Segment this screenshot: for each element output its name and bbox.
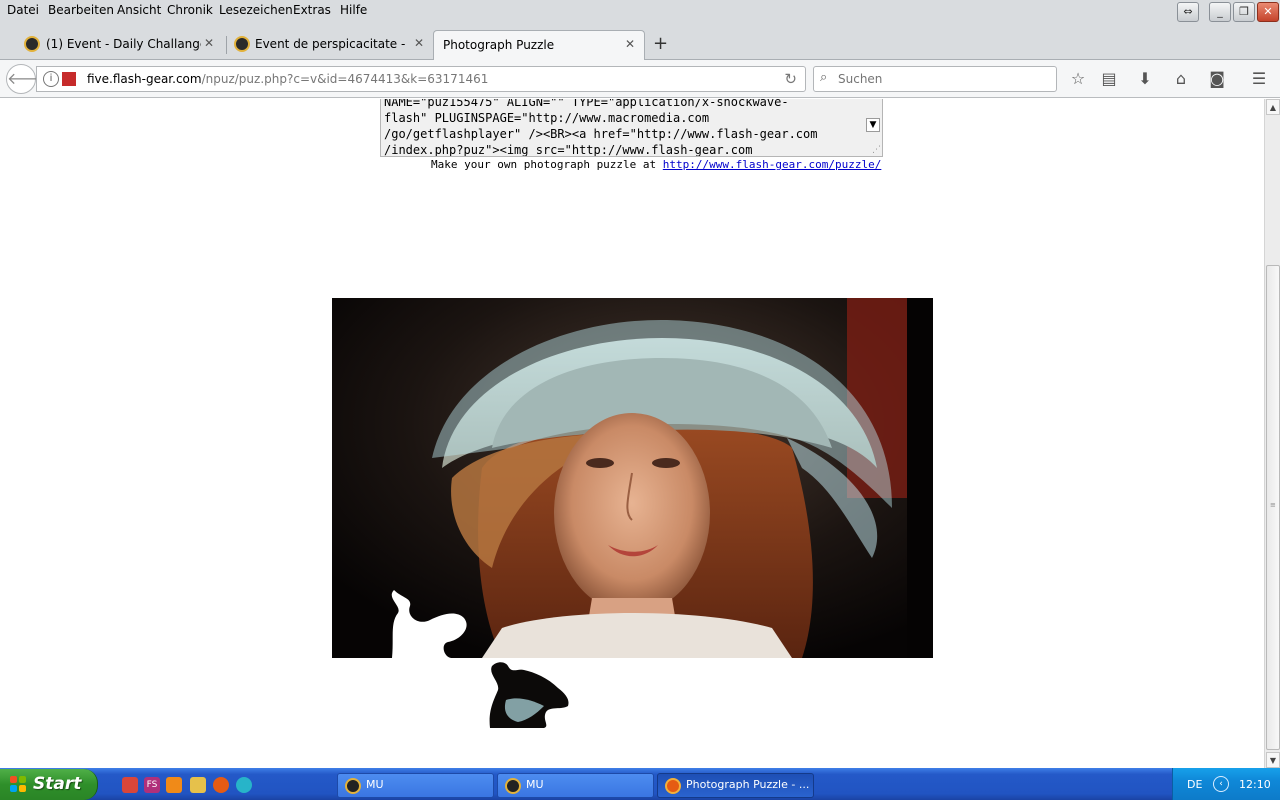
page-content: NAME="puz155475" ALIGN="" TYPE="applicat… — [0, 99, 1264, 768]
scroll-grip-icon: ≡ — [1270, 501, 1276, 509]
embed-line: /go/getflashplayer" /><BR><a href="http:… — [384, 127, 818, 141]
task-app-icon — [505, 778, 521, 794]
plugin-blocked-icon[interactable] — [62, 72, 76, 86]
screen: Datei Bearbeiten Ansicht Chronik Lesezei… — [0, 0, 1280, 800]
tab-photograph-puzzle[interactable]: Photograph Puzzle ✕ — [433, 30, 645, 60]
puzzle-photo[interactable] — [332, 298, 933, 658]
made-text: Make your own photograph puzzle at — [431, 158, 657, 171]
quicklaunch-app-icon[interactable] — [122, 777, 138, 793]
menu-bookmarks[interactable]: Lesezeichen — [219, 3, 293, 17]
tab-title: (1) Event - Daily Challange - ... — [46, 37, 201, 51]
tab-title: Event de perspicacitate - Pag... — [255, 37, 410, 51]
url-text[interactable]: five.flash-gear.com/npuz/puz.php?c=v&id=… — [87, 72, 488, 86]
new-tab-icon[interactable]: + — [653, 33, 668, 54]
quicklaunch-fs-icon[interactable]: FS — [144, 777, 160, 793]
minimize-button[interactable]: _ — [1209, 2, 1231, 22]
windows-logo-icon — [10, 776, 27, 793]
scroll-thumb[interactable]: ≡ — [1266, 265, 1280, 750]
bookmarks-list-icon[interactable]: ▤ — [1097, 67, 1121, 91]
system-tray: DE ‹ 12:10 — [1172, 768, 1280, 800]
clock[interactable]: 12:10 — [1239, 778, 1271, 791]
menu-bar: Datei Bearbeiten Ansicht Chronik Lesezei… — [0, 0, 1280, 22]
page-vertical-scrollbar[interactable]: ▲ ≡ ▼ — [1264, 99, 1280, 768]
firefox-icon — [665, 778, 681, 794]
menu-history[interactable]: Chronik — [167, 3, 213, 17]
menu-edit[interactable]: Bearbeiten — [48, 3, 114, 17]
embed-line: flash" PLUGINSPAGE="http://www.macromedi… — [384, 111, 710, 125]
resize-icon[interactable]: ⇔ — [1177, 2, 1199, 22]
language-indicator[interactable]: DE — [1187, 778, 1202, 791]
task-app-icon — [345, 778, 361, 794]
tab-perspicacitate[interactable]: Event de perspicacitate - Pag... ✕ — [234, 30, 430, 60]
download-icon[interactable]: ⬇ — [1133, 67, 1157, 91]
start-button[interactable]: Start — [0, 769, 98, 800]
reload-icon[interactable]: ↻ — [784, 70, 797, 88]
restore-button[interactable]: ❐ — [1233, 2, 1255, 22]
search-bar[interactable]: ⌕ — [813, 66, 1057, 92]
menu-file[interactable]: Datei — [7, 3, 39, 17]
scroll-down-arrow-icon[interactable]: ▼ — [1266, 752, 1280, 768]
puzzle-link[interactable]: http://www.flash-gear.com/puzzle/ — [663, 158, 882, 171]
resize-grip-icon[interactable]: ⋰ — [872, 145, 881, 155]
textarea-scroll-down-icon[interactable]: ▼ — [866, 118, 880, 132]
bookmark-star-icon[interactable]: ☆ — [1066, 67, 1090, 91]
embed-line: NAME="puz155475" ALIGN="" TYPE="applicat… — [384, 99, 789, 109]
navigation-bar: 🡐 i five.flash-gear.com/npuz/puz.php?c=v… — [0, 60, 1280, 98]
scroll-up-arrow-icon[interactable]: ▲ — [1266, 99, 1280, 115]
favicon-icon — [234, 36, 250, 52]
quicklaunch-p-icon[interactable] — [236, 777, 252, 793]
tab-daily-challenge[interactable]: (1) Event - Daily Challange - ... ✕ — [24, 30, 224, 60]
embed-code-text: NAME="puz155475" ALIGN="" TYPE="applicat… — [384, 99, 864, 156]
url-bar[interactable]: i five.flash-gear.com/npuz/puz.php?c=v&i… — [36, 66, 806, 92]
tab-separator — [226, 36, 227, 54]
search-icon: ⌕ — [820, 70, 828, 85]
pocket-icon[interactable]: ◙ — [1205, 67, 1229, 91]
loose-puzzle-piece[interactable] — [488, 660, 572, 728]
favicon-icon — [24, 36, 40, 52]
task-button-photograph-puzzle[interactable]: Photograph Puzzle - ... — [657, 773, 814, 798]
hamburger-menu-icon[interactable]: ☰ — [1247, 67, 1271, 91]
task-button-mu-2[interactable]: MU — [497, 773, 654, 798]
task-label: MU — [366, 778, 384, 791]
search-input[interactable] — [838, 70, 1048, 88]
url-host: five.flash-gear.com — [87, 72, 202, 86]
tray-expand-icon[interactable]: ‹ — [1213, 776, 1229, 792]
tab-strip: (1) Event - Daily Challange - ... ✕ Even… — [0, 22, 1280, 60]
close-window-button[interactable]: ✕ — [1257, 2, 1279, 22]
embed-code-textarea[interactable]: NAME="puz155475" ALIGN="" TYPE="applicat… — [380, 99, 883, 157]
start-label: Start — [33, 774, 82, 794]
embed-line: /index.php?puz"><img src="http://www.fla… — [384, 143, 753, 156]
menu-view[interactable]: Ansicht — [117, 3, 161, 17]
menu-help[interactable]: Hilfe — [340, 3, 367, 17]
quicklaunch-tools-icon[interactable] — [190, 777, 206, 793]
quicklaunch-firefox-icon[interactable] — [213, 777, 229, 793]
back-button[interactable]: 🡐 — [6, 64, 50, 94]
puzzle-image — [332, 298, 933, 658]
task-label: MU — [526, 778, 544, 791]
url-path: /npuz/puz.php?c=v&id=4674413&k=63171461 — [201, 72, 489, 86]
info-icon[interactable]: i — [43, 71, 59, 87]
tab-close-icon[interactable]: ✕ — [204, 36, 214, 50]
task-button-mu-1[interactable]: MU — [337, 773, 494, 798]
home-icon[interactable]: ⌂ — [1169, 67, 1193, 91]
tab-title: Photograph Puzzle — [443, 38, 555, 52]
made-your-own-line: Make your own photograph puzzle at http:… — [431, 158, 881, 171]
menu-tools[interactable]: Extras — [293, 3, 331, 17]
quicklaunch-vlc-icon[interactable] — [166, 777, 182, 793]
task-label: Photograph Puzzle - ... — [686, 778, 810, 791]
tab-close-icon[interactable]: ✕ — [414, 36, 424, 50]
tab-close-icon[interactable]: ✕ — [625, 37, 635, 51]
